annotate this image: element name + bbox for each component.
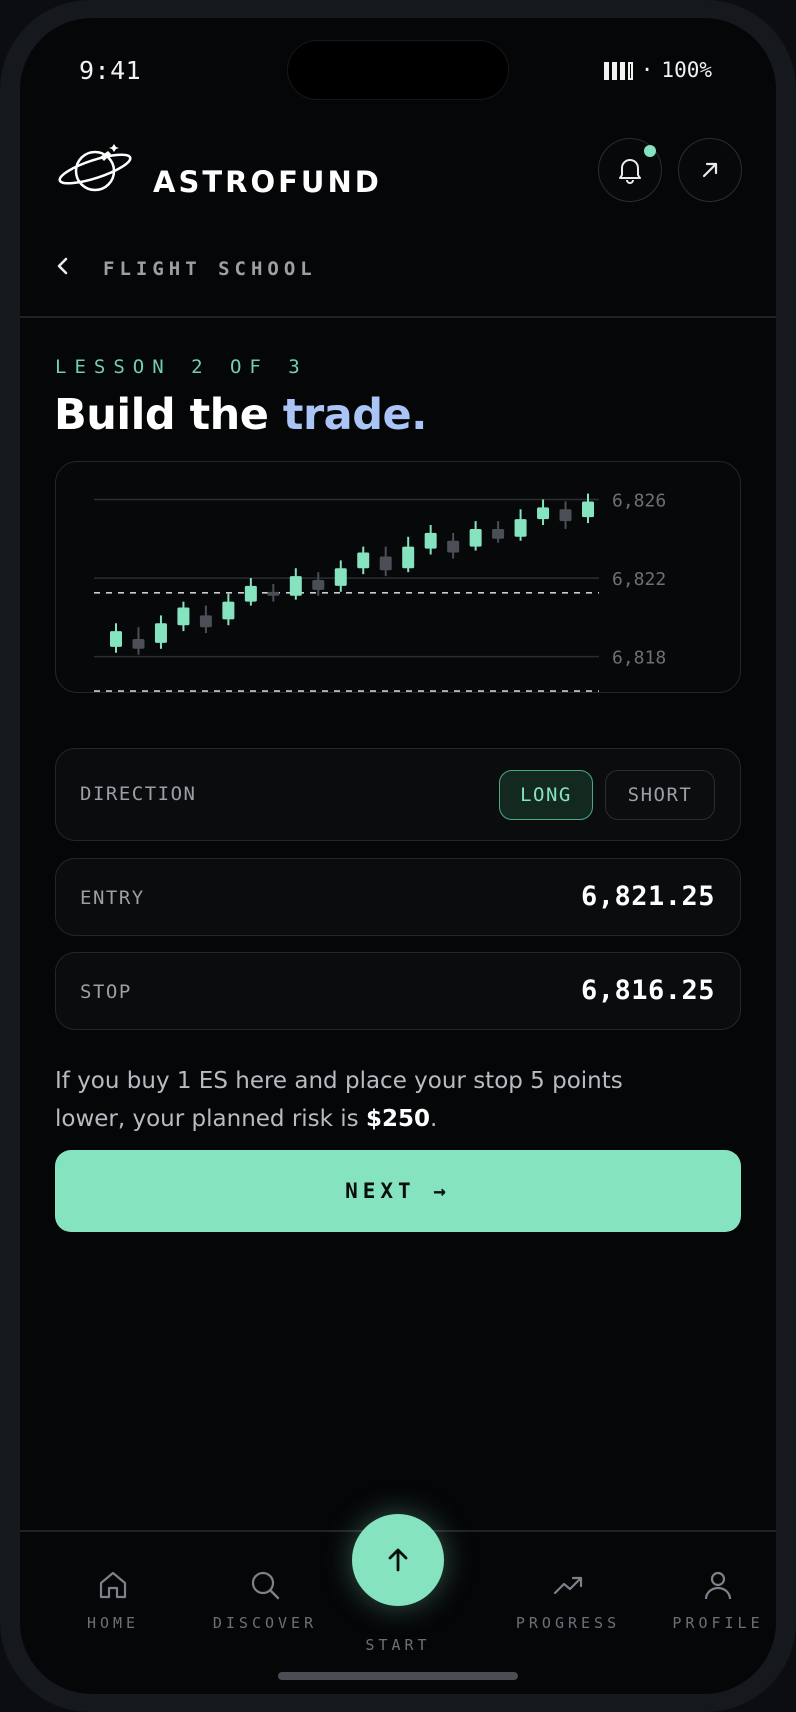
candle-body xyxy=(447,540,460,553)
explanation-end: . xyxy=(430,1106,438,1132)
battery-level: 100% xyxy=(661,58,712,82)
y-tick-label: 6,822 xyxy=(612,569,666,590)
y-tick-label: 6,818 xyxy=(612,648,666,669)
candle-body xyxy=(244,585,257,602)
arrow-up-right-icon xyxy=(702,162,718,178)
notification-dot xyxy=(644,145,656,157)
dynamic-island xyxy=(287,40,509,100)
entry-card[interactable]: ENTRY 6,821.25 xyxy=(55,858,741,936)
tab-progress-label: PROGRESS xyxy=(515,1614,621,1632)
home-indicator xyxy=(278,1672,518,1680)
y-tick-label: 6,826 xyxy=(612,490,666,511)
candle-body xyxy=(177,607,190,626)
tab-profile-label: PROFILE xyxy=(672,1614,764,1632)
tab-home-label: HOME xyxy=(86,1614,140,1632)
candle-body xyxy=(469,528,482,547)
page-title: Build the trade. xyxy=(54,390,427,440)
tab-profile[interactable]: PROFILE xyxy=(653,1568,776,1632)
share-button[interactable] xyxy=(678,138,742,202)
long-toggle[interactable]: LONG xyxy=(499,770,593,820)
candle-body xyxy=(334,568,347,586)
status-separator: · xyxy=(640,58,654,82)
candle-body xyxy=(559,509,572,522)
notifications-button[interactable] xyxy=(598,138,662,202)
stop-label: STOP xyxy=(80,981,132,1003)
title-plain: Build the xyxy=(54,390,283,440)
arrow-up-icon xyxy=(388,1548,408,1572)
bell-icon xyxy=(619,159,641,184)
phone-frame: 9:41 · 100% ASTROFUND FLIGHT SCHOOL LESS… xyxy=(0,0,796,1712)
search-icon xyxy=(251,1571,280,1600)
signal-icon xyxy=(603,60,633,80)
candle-body xyxy=(199,615,212,628)
planet-logo-icon xyxy=(58,144,132,192)
tab-discover[interactable]: DISCOVER xyxy=(200,1568,330,1632)
status-time: 9:41 xyxy=(79,56,142,85)
phone-screen: 9:41 · 100% ASTROFUND FLIGHT SCHOOL LESS… xyxy=(20,18,776,1694)
price-chart-card: 6,826 6,822 6,818 xyxy=(55,461,741,693)
lesson-progress: LESSON 2 OF 3 xyxy=(55,356,308,378)
next-button[interactable]: NEXT → xyxy=(55,1150,741,1232)
tab-progress[interactable]: PROGRESS xyxy=(503,1568,633,1632)
entry-label: ENTRY xyxy=(80,887,145,909)
candle-body xyxy=(289,576,302,596)
status-indicators: · 100% xyxy=(603,58,712,82)
stop-value: 6,816.25 xyxy=(580,975,715,1006)
candle-body xyxy=(379,556,392,571)
title-accent: trade. xyxy=(282,390,428,440)
candle-body xyxy=(267,591,280,596)
tab-start-label: START xyxy=(365,1636,431,1654)
explanation-text: If you buy 1 ES here and place your stop… xyxy=(55,1068,623,1132)
risk-amount: $250 xyxy=(365,1106,430,1132)
candle-body xyxy=(132,638,145,649)
candlestick-chart: 6,826 6,822 6,818 xyxy=(94,490,666,692)
candle-body xyxy=(582,501,594,518)
trending-up-icon xyxy=(553,1576,583,1595)
header-divider xyxy=(20,316,776,318)
back-chevron-icon[interactable] xyxy=(56,256,70,276)
stop-card[interactable]: STOP 6,816.25 xyxy=(55,952,741,1030)
candle-body xyxy=(110,631,122,647)
section-title: FLIGHT SCHOOL xyxy=(103,258,317,280)
tab-home[interactable]: HOME xyxy=(48,1568,178,1632)
home-icon xyxy=(99,1571,127,1599)
candle-body xyxy=(312,580,325,590)
risk-explanation: If you buy 1 ES here and place your stop… xyxy=(55,1062,695,1138)
start-button[interactable] xyxy=(352,1514,444,1606)
candle-body xyxy=(492,528,505,539)
candle-body xyxy=(514,519,527,537)
candle-body xyxy=(357,552,370,569)
short-toggle[interactable]: SHORT xyxy=(605,770,715,820)
brand-name: ASTROFUND xyxy=(153,165,382,199)
candle-body xyxy=(537,507,550,520)
candle-body xyxy=(222,601,235,620)
tab-discover-label: DISCOVER xyxy=(212,1614,318,1632)
candle-body xyxy=(424,532,437,549)
user-icon xyxy=(704,1571,732,1600)
direction-label: DIRECTION xyxy=(80,783,197,805)
direction-card: DIRECTION LONG SHORT xyxy=(55,748,741,841)
candle-body xyxy=(402,546,415,569)
entry-value: 6,821.25 xyxy=(580,881,715,912)
candle-body xyxy=(154,623,167,643)
